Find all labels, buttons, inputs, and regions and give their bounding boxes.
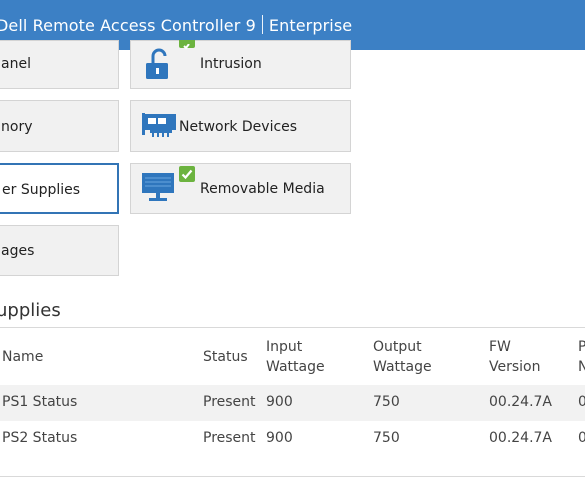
cell-input-wattage: 900 — [266, 430, 293, 446]
col-header-part-line1: P — [578, 339, 585, 355]
tile-network-devices[interactable]: Network Devices — [130, 100, 351, 152]
tile-removable-media-label: Removable Media — [200, 181, 325, 197]
cell-fw-version: 00.24.7A — [489, 430, 553, 446]
tile-front-panel[interactable]: anel — [0, 40, 119, 89]
col-header-part[interactable]: P N — [578, 337, 585, 377]
col-header-output-line1: Output — [373, 339, 422, 355]
cell-part: 0 — [578, 430, 585, 446]
col-header-fw-version[interactable]: FW Version — [489, 337, 540, 377]
divider — [0, 327, 585, 328]
col-header-output-wattage[interactable]: Output Wattage — [373, 337, 432, 377]
padlock-icon — [144, 47, 174, 85]
tile-memory[interactable]: nory — [0, 100, 119, 152]
cell-fw-version: 00.24.7A — [489, 394, 553, 410]
cell-output-wattage: 750 — [373, 430, 400, 446]
cell-status: Present — [203, 394, 256, 410]
cell-name: PS2 Status — [2, 430, 78, 446]
network-card-icon — [142, 113, 178, 143]
col-header-fw-line2: Version — [489, 359, 541, 375]
check-icon — [179, 166, 195, 182]
app-title: Dell Remote Access Controller 9 Enterpris… — [0, 15, 352, 35]
tile-removable-media[interactable]: Removable Media — [130, 163, 351, 214]
table-row: PS2 Status Present 900 750 00.24.7A 0 — [0, 421, 585, 457]
col-header-fw-line1: FW — [489, 339, 511, 355]
monitor-icon — [141, 172, 177, 208]
tile-voltages-label: ages — [1, 243, 35, 259]
cell-input-wattage: 900 — [266, 394, 293, 410]
col-header-input-wattage[interactable]: Input Wattage — [266, 337, 325, 377]
col-header-part-line2: N — [578, 359, 585, 375]
col-header-input-line2: Wattage — [266, 359, 325, 375]
title-divider — [261, 15, 263, 34]
app-title-edition: Enterprise — [268, 16, 353, 35]
cell-output-wattage: 750 — [373, 394, 400, 410]
app-title-main: Dell Remote Access Controller 9 — [0, 16, 256, 35]
tile-memory-label: nory — [1, 119, 33, 135]
tile-intrusion-label: Intrusion — [200, 56, 262, 72]
tile-intrusion[interactable]: Intrusion — [130, 40, 351, 89]
section-title: upplies — [0, 300, 61, 321]
tile-power-supplies-label: er Supplies — [2, 182, 81, 198]
cell-name: PS1 Status — [2, 394, 78, 410]
col-header-input-line1: Input — [266, 339, 303, 355]
col-header-output-line2: Wattage — [373, 359, 432, 375]
tile-power-supplies[interactable]: er Supplies — [0, 163, 119, 214]
table-bottom-rule — [0, 476, 585, 477]
col-header-status[interactable]: Status — [203, 347, 248, 367]
col-header-name[interactable]: Name — [2, 347, 43, 367]
check-icon — [179, 40, 195, 50]
tile-network-devices-label: Network Devices — [179, 119, 298, 135]
cell-part: 0 — [578, 394, 585, 410]
cell-status: Present — [203, 430, 256, 446]
tile-front-panel-label: anel — [1, 56, 31, 72]
tile-voltages[interactable]: ages — [0, 225, 119, 276]
table-row: PS1 Status Present 900 750 00.24.7A 0 — [0, 385, 585, 421]
